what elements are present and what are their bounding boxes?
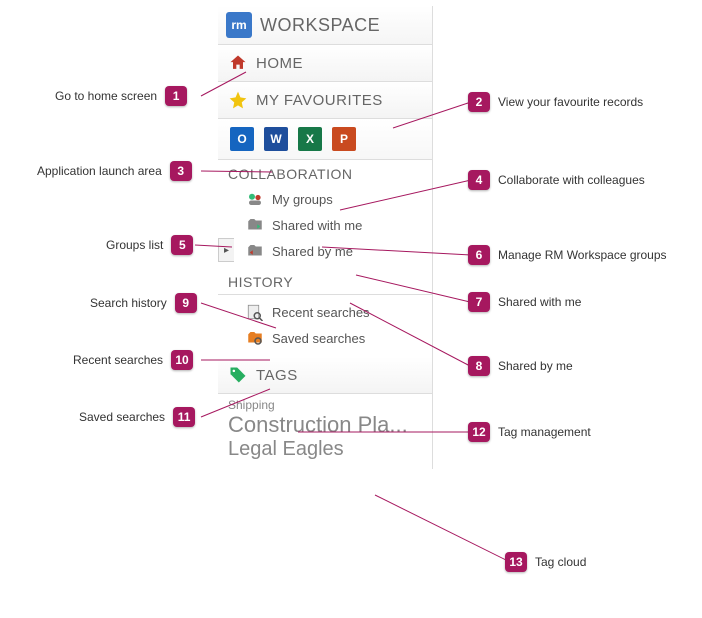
shared-with-icon [246,216,264,234]
callout-9: Search history 9 [90,293,197,313]
callout-7-badge: 7 [468,292,490,312]
shared-with-me-item[interactable]: Shared with me [218,212,432,238]
callout-1: Go to home screen 1 [55,86,187,106]
callout-12: 12 Tag management [468,422,591,442]
callout-1-badge: 1 [165,86,187,106]
callout-12-text: Tag management [498,425,591,439]
callout-4: 4 Collaborate with colleagues [468,170,645,190]
callout-2-badge: 2 [468,92,490,112]
callout-3-text: Application launch area [37,164,162,178]
callout-9-badge: 9 [175,293,197,313]
app-launch-row: O W X P [218,119,432,160]
favourites-label: MY FAVOURITES [256,92,383,109]
saved-searches-label: Saved searches [272,331,365,346]
callout-4-badge: 4 [468,170,490,190]
recent-searches-label: Recent searches [272,305,370,320]
callout-6-badge: 6 [468,245,490,265]
shared-by-me-label: Shared by me [272,244,353,259]
outlook-icon[interactable]: O [230,127,254,151]
callout-8-badge: 8 [468,356,490,376]
tags-item[interactable]: TAGS [218,357,432,394]
callout-11: Saved searches 11 [79,407,195,427]
groups-icon [246,190,264,208]
callout-12-badge: 12 [468,422,490,442]
powerpoint-icon[interactable]: P [332,127,356,151]
callout-8: 8 Shared by me [468,356,573,376]
callout-8-text: Shared by me [498,359,573,373]
callout-13-badge: 13 [505,552,527,572]
recent-searches-item[interactable]: Recent searches [218,295,432,325]
callout-1-text: Go to home screen [55,89,157,103]
shared-by-me-item[interactable]: Shared by me [218,238,432,264]
callout-9-text: Search history [90,296,167,310]
tag-cloud[interactable]: Shipping Construction Pla... Legal Eagle… [218,394,432,469]
word-icon[interactable]: W [264,127,288,151]
tags-label: TAGS [256,367,298,384]
callout-6: 6 Manage RM Workspace groups [468,245,667,265]
saved-searches-item[interactable]: Saved searches [218,325,432,351]
history-header: HISTORY [218,264,432,295]
home-item[interactable]: HOME [218,45,432,82]
home-icon [228,53,248,73]
callout-2-text: View your favourite records [498,95,643,109]
callout-3: Application launch area 3 [37,161,192,181]
callout-11-text: Saved searches [79,410,165,424]
expand-handle[interactable]: ▸ [218,238,234,262]
callout-13: 13 Tag cloud [505,552,586,572]
callout-10-badge: 10 [171,350,193,370]
tag-legal[interactable]: Legal Eagles [228,438,422,461]
my-groups-label: My groups [272,192,333,207]
callout-5-badge: 5 [171,235,193,255]
callout-4-text: Collaborate with colleagues [498,173,645,187]
my-groups-item[interactable]: My groups [218,186,432,212]
panel-header: rm WORKSPACE [218,6,432,45]
star-icon [228,90,248,110]
workspace-sidebar: rm WORKSPACE HOME MY FAVOURITES O W X P … [218,6,433,469]
callout-10-text: Recent searches [73,353,163,367]
home-label: HOME [256,55,303,72]
rm-logo: rm [226,12,252,38]
tag-icon [228,365,248,385]
callout-13-text: Tag cloud [535,555,586,569]
callout-3-badge: 3 [170,161,192,181]
callout-10: Recent searches 10 [73,350,193,370]
callout-11-badge: 11 [173,407,195,427]
collaboration-header: COLLABORATION [218,160,432,186]
chevron-right-icon: ▸ [224,245,229,256]
excel-icon[interactable]: X [298,127,322,151]
shared-with-me-label: Shared with me [272,218,362,233]
callout-5: Groups list 5 [106,235,193,255]
recent-searches-icon [246,303,264,321]
workspace-title: WORKSPACE [260,15,380,36]
tag-shipping[interactable]: Shipping [228,398,422,412]
callout-2: 2 View your favourite records [468,92,643,112]
callout-7-text: Shared with me [498,295,581,309]
shared-by-icon [246,242,264,260]
favourites-item[interactable]: MY FAVOURITES [218,82,432,119]
callout-6-text: Manage RM Workspace groups [498,248,667,262]
saved-searches-icon [246,329,264,347]
callout-7: 7 Shared with me [468,292,581,312]
callout-5-text: Groups list [106,238,163,252]
tag-construction[interactable]: Construction Pla... [228,412,422,438]
